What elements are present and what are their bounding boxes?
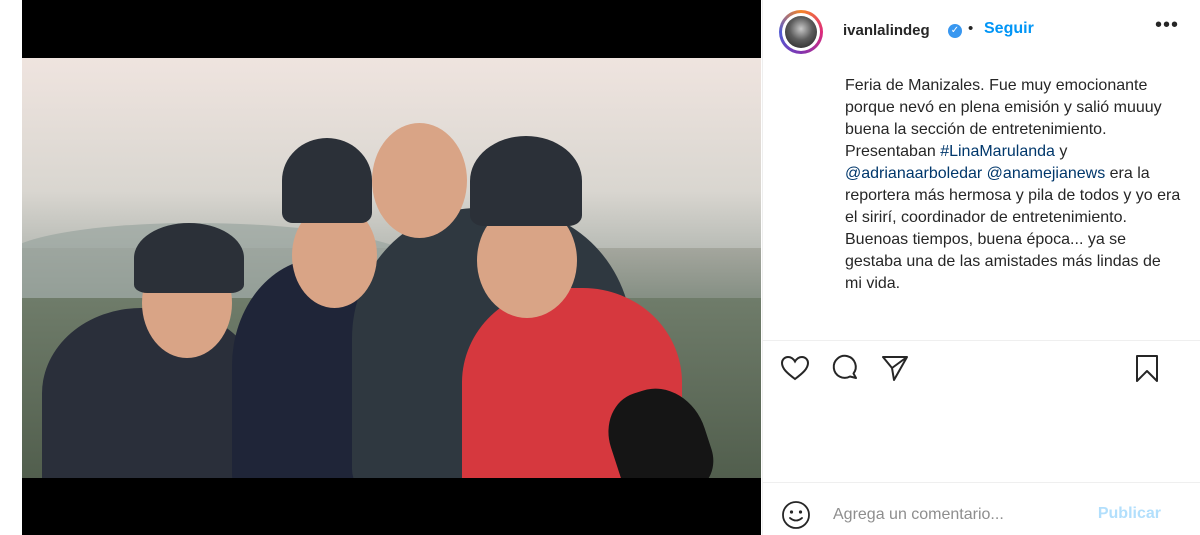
photo-beanie [134, 223, 244, 293]
avatar-image [785, 16, 817, 48]
post-header: ivanlalindeg ✓ • Seguir ••• [763, 0, 1200, 62]
header-separator: • [968, 20, 974, 37]
avatar[interactable] [779, 10, 823, 54]
emoji-icon[interactable] [781, 500, 811, 530]
caption-text: era la reportera más hermosa y pila de t… [845, 165, 1181, 292]
more-options-icon[interactable]: ••• [1155, 14, 1179, 37]
post-side-panel: ivanlalindeg ✓ • Seguir ••• Feria de Man… [762, 0, 1200, 535]
mention-link[interactable]: @anamejianews [987, 165, 1106, 182]
post-caption: Feria de Manizales. Fue muy emocionante … [845, 75, 1181, 295]
share-icon[interactable] [879, 352, 911, 384]
comment-icon[interactable] [829, 352, 861, 384]
follow-button[interactable]: Seguir [984, 20, 1034, 38]
photo-beanie [470, 136, 582, 226]
hashtag-link[interactable]: #LinaMarulanda [940, 143, 1055, 160]
caption-text: y [1054, 143, 1068, 160]
avatar-border [782, 13, 820, 51]
comment-input[interactable] [831, 501, 1075, 529]
photo-beanie [282, 138, 372, 223]
post-photo [22, 58, 761, 478]
divider [763, 340, 1200, 341]
username-link[interactable]: ivanlalindeg [843, 22, 930, 39]
publish-button[interactable]: Publicar [1098, 505, 1161, 523]
bookmark-icon[interactable] [1131, 352, 1163, 384]
heart-icon[interactable] [779, 352, 811, 384]
mention-link[interactable]: @adrianaarboledar [845, 165, 982, 182]
comment-form: Publicar [763, 483, 1200, 535]
media-letterbox [22, 478, 761, 535]
verified-badge-icon: ✓ [948, 24, 962, 38]
photo-face [372, 123, 467, 238]
post-media[interactable] [22, 0, 761, 535]
post-actions-bar [763, 352, 1200, 392]
